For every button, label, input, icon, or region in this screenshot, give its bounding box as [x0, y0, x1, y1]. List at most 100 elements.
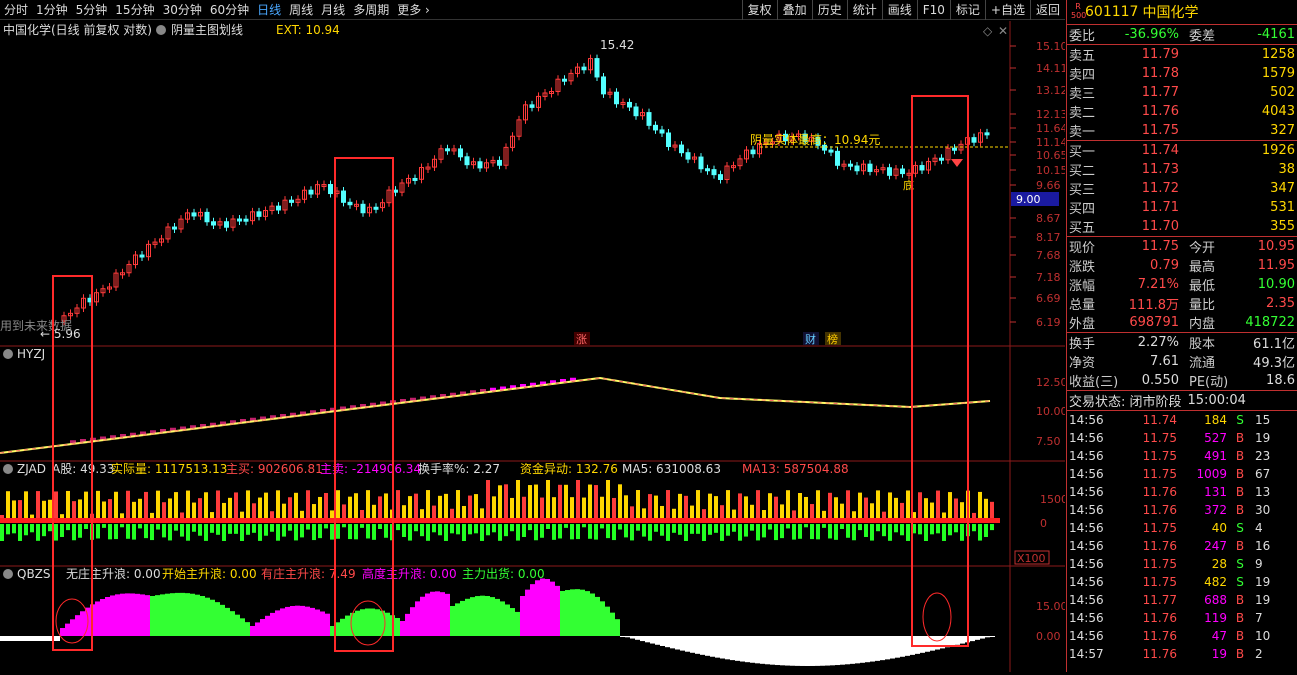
qbzs-bar — [445, 593, 450, 636]
stock-code: 601117 — [1085, 4, 1139, 20]
qbzs-bar — [130, 593, 135, 636]
tool-button[interactable]: 历史 — [811, 0, 847, 20]
zjad-neg-bar — [822, 524, 826, 528]
chart-svg[interactable]: 15.10 14.11 13.12 12.1311.6411.1410.65 10.15… — [0, 21, 1075, 672]
zjad-neg-bar — [804, 524, 808, 528]
period-tab[interactable]: 周线 — [285, 0, 317, 20]
qbzs-bar — [215, 602, 220, 636]
qbzs-bar — [225, 607, 230, 636]
tick-time: 14:56 — [1069, 485, 1104, 499]
qbzs-bar — [285, 606, 290, 636]
period-tab[interactable]: 更多 › — [393, 0, 434, 20]
tool-button[interactable]: 叠加 — [776, 0, 812, 20]
qbzs-neg-bar — [870, 636, 875, 662]
tool-button[interactable]: 复权 — [741, 0, 777, 20]
chevron-down-icon[interactable] — [3, 464, 13, 474]
zjad-neg-bar — [504, 524, 508, 537]
qbzs-neg-bar — [645, 636, 650, 643]
period-tab[interactable]: 5分钟 — [72, 0, 112, 20]
asks-level: 卖二 11.76 4043 — [1067, 102, 1297, 121]
zjad-neg-bar — [582, 524, 586, 528]
chart-tools: 复权 叠加 历史 统计 画线 F10 标记 +自选 返回 — [741, 0, 1065, 20]
period-tab[interactable]: 日线 — [253, 0, 285, 20]
qbzs-bar — [515, 611, 520, 636]
y-tick-label: 11.64 — [1036, 122, 1065, 135]
period-tab[interactable]: 分时 — [0, 0, 32, 20]
asks-level: 卖四 11.78 1579 — [1067, 64, 1297, 83]
tool-button[interactable]: 统计 — [846, 0, 882, 20]
tick-time: 14:56 — [1069, 611, 1104, 625]
period-tab[interactable]: 月线 — [317, 0, 349, 20]
tool-button[interactable]: 画线 — [881, 0, 917, 20]
zjad-title: ZJAD — [17, 462, 46, 476]
stat-value: 10.90 — [1257, 277, 1295, 292]
period-tab[interactable]: 15分钟 — [111, 0, 158, 20]
candle-body — [360, 203, 366, 214]
tick-list[interactable]: 14:56 11.74 184 S 15 14:56 11.75 527 B 19 14:56 11.… — [1067, 411, 1297, 663]
tick-row: 14:56 11.76 131 B 13 — [1067, 483, 1297, 501]
zjad-neg-bar — [186, 524, 190, 541]
close-icon[interactable]: ✕ — [998, 24, 1008, 38]
zjad-neg-bar — [564, 524, 568, 528]
tick-count: 4 — [1255, 521, 1263, 535]
qbzs-neg-bar — [760, 636, 765, 664]
tick-row: 14:56 11.76 247 B 16 — [1067, 537, 1297, 555]
qbzs-neg-bar — [30, 636, 35, 641]
tick-volume: 527 — [1204, 431, 1227, 445]
chevron-down-icon[interactable] — [3, 569, 13, 579]
zjad-neg-bar — [558, 524, 562, 539]
tool-button[interactable]: +自选 — [984, 0, 1030, 20]
tool-button[interactable]: F10 — [916, 0, 950, 20]
tick-side: S — [1236, 521, 1244, 535]
chart-area[interactable]: 15.10 14.11 13.12 12.13 11.64 11.14 10.65 10.15… — [0, 21, 1075, 672]
tick-price: 11.75 — [1142, 575, 1177, 589]
zjad-neg-bar — [342, 524, 346, 528]
stat-row: 换手 2.27% 股本 61.1亿 — [1067, 333, 1297, 352]
zjad-ma13: MA13: 587504.88 — [742, 462, 849, 476]
zjad-neg-bar — [282, 524, 286, 537]
period-tab[interactable]: 60分钟 — [206, 0, 253, 20]
zjad-neg-bar — [816, 524, 820, 540]
stat-label: 今开 — [1189, 241, 1216, 256]
zjad-neg-bar — [750, 524, 754, 531]
tick-row: 14:56 11.76 372 B 30 — [1067, 501, 1297, 519]
qbzs-neg-bar — [710, 636, 715, 657]
diamond-icon[interactable]: ◇ — [983, 24, 993, 38]
hyzj-series — [0, 376, 991, 454]
qbzs-bar — [615, 619, 620, 636]
y-tick-label: 6.69 — [1036, 292, 1061, 305]
candle-body — [601, 76, 606, 95]
qbzs-bars — [0, 578, 995, 666]
zjad-neg-bar — [336, 524, 340, 539]
zjad-neg-bar — [450, 524, 454, 534]
qbzs-neg-bar — [810, 636, 815, 666]
period-toolbar: 分时 1分钟 5分钟 15分钟 30分钟 60分钟 日线 周线 月线 多周期 更多 › 复权 叠加 历史… — [0, 0, 1065, 20]
chevron-down-icon[interactable] — [156, 25, 166, 35]
period-tab[interactable]: 多周期 — [349, 0, 393, 20]
tool-button[interactable]: 标记 — [949, 0, 985, 20]
tick-volume: 40 — [1211, 521, 1227, 535]
zjad-neg-bar — [192, 524, 196, 532]
chevron-down-icon[interactable] — [3, 349, 13, 359]
tool-button[interactable]: 返回 — [1029, 0, 1065, 20]
qbzs-bar — [255, 622, 260, 636]
quote-panel: R 500 601117 中国化学 委比 -36.96% 委差 -4161 卖五 1… — [1066, 0, 1297, 672]
indicator-name[interactable]: 阴量主图划线 — [171, 23, 243, 37]
qbzs-neg-bar — [890, 636, 895, 659]
zjad-neg-bar — [78, 524, 82, 538]
zjad-neg-bar — [726, 524, 730, 536]
zjad-neg-bar — [690, 524, 694, 534]
qbzs-neg-bar — [665, 636, 670, 648]
period-tab[interactable]: 30分钟 — [159, 0, 206, 20]
zjad-neg-bar — [828, 524, 832, 539]
tick-count: 23 — [1255, 449, 1271, 463]
candle-body — [464, 156, 470, 166]
zjad-neg-bar — [960, 524, 964, 541]
period-tab[interactable]: 1分钟 — [32, 0, 72, 20]
zjad-neg-bar — [276, 524, 280, 541]
qbzs-bar — [395, 617, 400, 636]
candle-body — [750, 149, 756, 155]
stat-value: 2.27% — [1137, 335, 1179, 350]
bids-level: 买三 11.72 347 — [1067, 179, 1297, 198]
asks-price: 11.78 — [1141, 66, 1179, 81]
